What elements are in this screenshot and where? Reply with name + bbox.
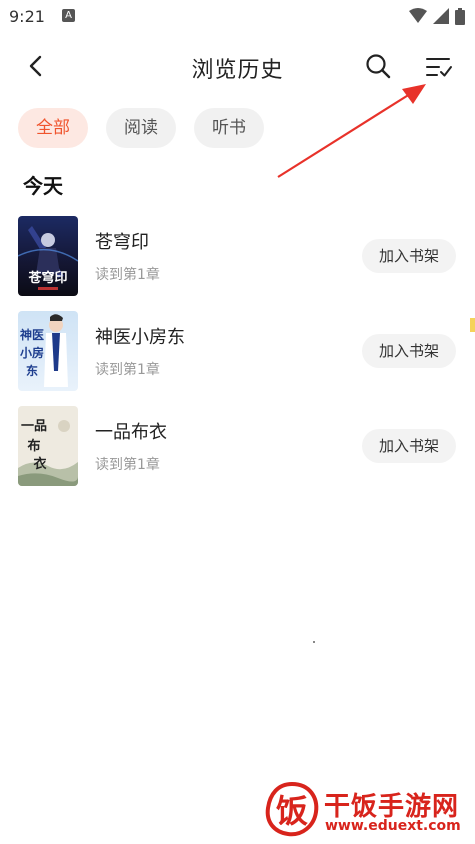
search-icon (366, 54, 391, 79)
book-title: 一品布衣 (95, 422, 167, 443)
wifi-icon (409, 8, 427, 23)
edge-indicator (470, 318, 475, 332)
speck (313, 641, 315, 643)
notification-icon: A (62, 9, 75, 22)
book-progress: 读到第1章 (95, 267, 160, 283)
book-title: 苍穹印 (95, 232, 149, 253)
annotation-arrow-icon (277, 84, 426, 178)
search-button[interactable] (362, 50, 394, 82)
book-cover: 一品 布 衣 (18, 406, 78, 486)
battery-icon (455, 7, 465, 25)
list-item[interactable]: 一品 布 衣 一品布衣 读到第1章 加入书架 (0, 404, 475, 499)
watermark-logo-icon: 饭 (265, 781, 319, 837)
svg-text:东: 东 (26, 363, 38, 378)
filter-chip-audio[interactable]: 听书 (194, 108, 264, 148)
add-to-shelf-button[interactable]: 加入书架 (362, 429, 456, 463)
list-item[interactable]: 神医 小房 东 神医小房东 读到第1章 加入书架 (0, 309, 475, 404)
book-cover: 神医 小房 东 (18, 311, 78, 391)
book-progress: 读到第1章 (95, 362, 160, 378)
manage-list-icon (426, 58, 452, 77)
filter-tabs: 全部 阅读 听书 (18, 108, 264, 148)
filter-chip-all[interactable]: 全部 (18, 108, 88, 148)
svg-text:布: 布 (27, 438, 40, 454)
history-list: 苍穹印 苍穹印 读到第1章 加入书架 神医 小房 东 神医小房东 读到第1章 加… (0, 214, 475, 499)
signal-icon (433, 8, 449, 24)
cover-title-text: 神医 (20, 327, 44, 342)
status-bar: 9:21 A (0, 0, 475, 34)
manage-button[interactable] (422, 50, 456, 84)
cover-title-text: 苍穹印 (27, 270, 67, 286)
svg-text:小房: 小房 (20, 345, 44, 360)
watermark: 饭 干饭手游网 www.eduext.com (262, 780, 472, 840)
add-to-shelf-button[interactable]: 加入书架 (362, 334, 456, 368)
add-to-shelf-button[interactable]: 加入书架 (362, 239, 456, 273)
book-progress: 读到第1章 (95, 457, 160, 473)
section-heading-today: 今天 (23, 174, 63, 198)
cover-title-text: 一品 (21, 419, 47, 434)
list-item[interactable]: 苍穹印 苍穹印 读到第1章 加入书架 (0, 214, 475, 309)
svg-text:饭: 饭 (276, 792, 308, 830)
watermark-url: www.eduext.com (325, 818, 461, 834)
book-title: 神医小房东 (95, 327, 185, 348)
status-icons (409, 6, 465, 26)
svg-text:衣: 衣 (33, 456, 46, 472)
status-time: 9:21 (9, 7, 45, 26)
filter-chip-reading[interactable]: 阅读 (106, 108, 176, 148)
book-cover: 苍穹印 (18, 216, 78, 296)
